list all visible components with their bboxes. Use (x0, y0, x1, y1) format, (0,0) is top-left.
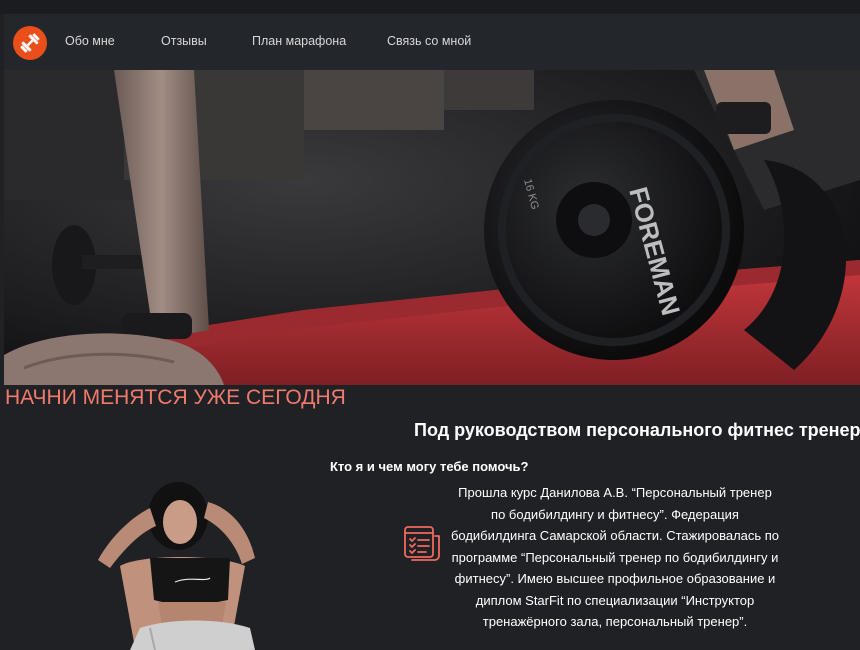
top-navigation: Обо мне Отзывы План марафона Связь со мн… (4, 14, 860, 70)
nav-link-marathon-plan[interactable]: План марафона (252, 34, 346, 48)
page-subheadline: Под руководством персонального фитнес тр… (414, 420, 860, 440)
page-headline: НАЧНИ МЕНЯТСЯ УЖЕ СЕГОДНЯ (5, 386, 346, 409)
about-question-heading: Кто я и чем могу тебе помочь? (330, 459, 529, 474)
nav-link-reviews[interactable]: Отзывы (161, 34, 207, 48)
dumbbell-icon (20, 33, 40, 53)
certificate-checklist-icon (402, 522, 442, 562)
trainer-photo (80, 478, 280, 650)
hero-image: FOREMAN 16 KG (4, 70, 860, 385)
top-strip (0, 0, 860, 14)
hero-dumbbell-photo: FOREMAN 16 KG (4, 70, 860, 385)
trainer-bio: Прошла курс Данилова А.В. “Персональный … (450, 485, 780, 629)
landing-page: Обо мне Отзывы План марафона Связь со мн… (0, 0, 860, 650)
logo-button[interactable] (13, 26, 47, 60)
nav-link-about[interactable]: Обо мне (65, 34, 115, 48)
nav-link-contact[interactable]: Связь со мной (387, 34, 471, 48)
